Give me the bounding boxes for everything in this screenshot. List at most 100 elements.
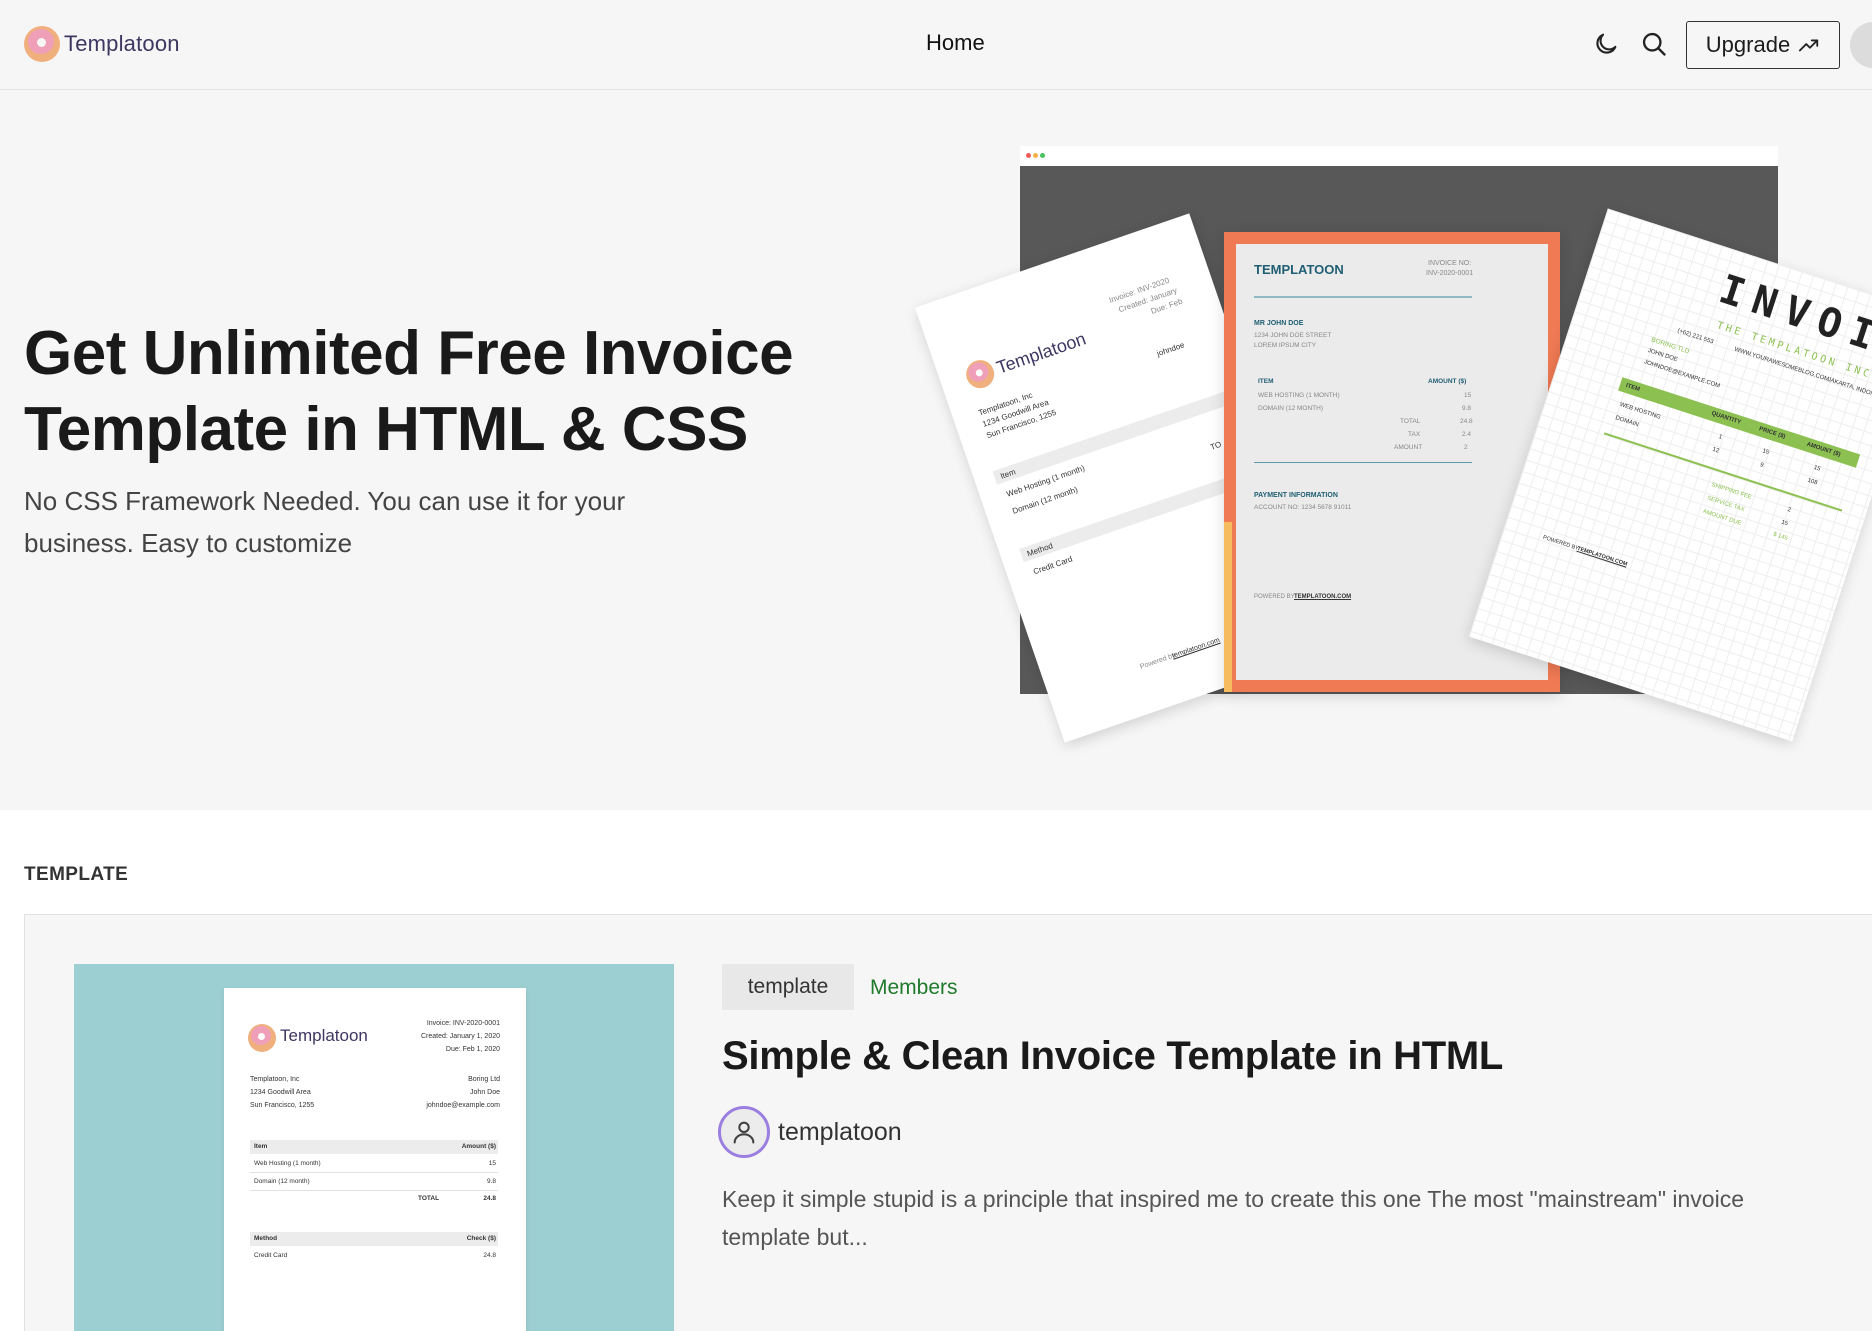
window-dot-icon bbox=[1040, 153, 1045, 158]
donut-logo-icon bbox=[248, 1024, 276, 1052]
tag-template[interactable]: template bbox=[722, 964, 854, 1010]
doc2-payment-header: PAYMENT INFORMATION bbox=[1254, 492, 1338, 499]
doc2-powered-link: TEMPLATOON.COM bbox=[1294, 594, 1352, 600]
upgrade-button[interactable]: Upgrade bbox=[1686, 21, 1840, 69]
doc2-total-label: TOTAL bbox=[1400, 418, 1421, 425]
donut-logo-icon bbox=[962, 356, 998, 392]
upgrade-label: Upgrade bbox=[1705, 32, 1791, 57]
doc3-row-qty: 1 bbox=[1717, 434, 1723, 441]
nav-home-label: Home bbox=[926, 30, 985, 55]
doc3-city: JAKARTA, INDONESIA bbox=[1826, 376, 1872, 403]
doc3-client: JOHNDOE@EXAMPLE.COM bbox=[1643, 359, 1721, 390]
doc3-service-val: 15 bbox=[1780, 519, 1789, 528]
doc3-row-amount: 108 bbox=[1806, 477, 1819, 487]
author-avatar[interactable] bbox=[718, 1106, 770, 1158]
doc3-row-price: 15 bbox=[1761, 448, 1770, 457]
theme-toggle-button[interactable] bbox=[1590, 28, 1622, 60]
doc3-shipping-val: 2 bbox=[1786, 506, 1792, 514]
doc1-email: johndoe bbox=[1155, 340, 1186, 359]
doc2-item: DOMAIN (12 MONTH) bbox=[1258, 405, 1323, 412]
doc3-powered: POWERED BY bbox=[1542, 534, 1580, 552]
doc1-method: Credit Card bbox=[1032, 554, 1074, 577]
template-thumbnail[interactable]: Templatoon Invoice: INV-2020-0001 Create… bbox=[74, 964, 674, 1331]
doc2-item: WEB HOSTING (1 MONTH) bbox=[1258, 392, 1340, 399]
trending-up-icon bbox=[1799, 39, 1819, 52]
thumb-method-header: Method bbox=[254, 1235, 278, 1242]
doc2-amount: 15 bbox=[1464, 392, 1472, 399]
thumb-amount-header: Amount ($) bbox=[461, 1143, 496, 1150]
thumb-divider bbox=[250, 1190, 498, 1191]
donut-logo-icon bbox=[24, 26, 60, 62]
doc1-powered: Powered by bbox=[1139, 652, 1177, 671]
doc2-invoice-no: INV-2020-0001 bbox=[1426, 270, 1474, 277]
thumb-amount: 9.8 bbox=[486, 1178, 496, 1185]
card-excerpt: Keep it simple stupid is a principle tha… bbox=[722, 1186, 1744, 1250]
hero-title: Get Unlimited Free Invoice Template in H… bbox=[24, 319, 794, 464]
card-title[interactable]: Simple & Clean Invoice Template in HTML bbox=[722, 1034, 1503, 1079]
thumb-from: 1234 Goodwill Area bbox=[250, 1089, 311, 1096]
thumb-divider bbox=[250, 1172, 498, 1173]
doc2-account: ACCOUNT NO: 1234 5678 91011 bbox=[1254, 504, 1352, 511]
thumb-amount: 15 bbox=[488, 1160, 496, 1167]
doc1-brand: Templatoon bbox=[993, 328, 1089, 378]
doc2-powered: POWERED BY bbox=[1254, 594, 1295, 600]
doc3-row-price: 9 bbox=[1759, 462, 1765, 469]
doc2-tax-label: TAX bbox=[1408, 431, 1421, 438]
nav-home-link[interactable]: Home bbox=[922, 30, 989, 56]
search-icon bbox=[1642, 32, 1666, 56]
thumb-invoice: Invoice: INV-2020-0001 bbox=[426, 1020, 500, 1027]
site-header: Templatoon Home Upgrade bbox=[0, 0, 1872, 90]
doc2-tax: 2.4 bbox=[1462, 431, 1472, 438]
doc2-amount-due: 2 bbox=[1464, 444, 1468, 451]
doc3-row-qty: 12 bbox=[1711, 446, 1720, 455]
thumb-created: Created: January 1, 2020 bbox=[421, 1033, 500, 1040]
user-icon bbox=[733, 1121, 755, 1144]
thumb-due: Due: Feb 1, 2020 bbox=[445, 1046, 500, 1053]
doc2-divider bbox=[1254, 462, 1472, 463]
doc3-due: AMOUNT DUE bbox=[1701, 508, 1743, 527]
doc2-amount-header: AMOUNT ($) bbox=[1428, 378, 1467, 385]
doc2-total: 24.8 bbox=[1460, 418, 1473, 425]
thumb-method-row bbox=[250, 1232, 498, 1246]
window-dot-icon bbox=[1026, 153, 1031, 158]
hero-subtitle: No CSS Framework Needed. You can use it … bbox=[24, 486, 626, 558]
hero-illustration: Templatoon Invoice: INV-2020 Created: Ja… bbox=[915, 140, 1872, 760]
thumb-check-header: Check ($) bbox=[466, 1235, 496, 1242]
thumb-item-header: Item bbox=[254, 1143, 268, 1150]
doc2-accent-strip bbox=[1224, 522, 1232, 692]
thumb-total-label: TOTAL bbox=[418, 1195, 440, 1202]
members-badge: Members bbox=[870, 976, 958, 999]
thumb-item: Web Hosting (1 month) bbox=[254, 1160, 321, 1167]
doc2-divider bbox=[1254, 296, 1472, 298]
site-logo[interactable]: Templatoon bbox=[24, 26, 180, 62]
doc2-amount: 9.8 bbox=[1462, 405, 1472, 412]
doc2-amount-label: AMOUNT bbox=[1394, 444, 1423, 451]
doc2-invoice-no-label: INVOICE NO: bbox=[1428, 260, 1472, 267]
doc2-addr: 1234 JOHN DOE STREET bbox=[1254, 332, 1332, 339]
thumb-to: Boring Ltd bbox=[468, 1076, 500, 1083]
doc3-phone: (+62) 221 553 bbox=[1676, 328, 1715, 346]
doc2-addr: LOREM IPSUM CITY bbox=[1254, 342, 1317, 349]
doc3-powered-link: TEMPLATOON.COM bbox=[1576, 545, 1628, 568]
thumb-method-amount: 24.8 bbox=[483, 1252, 496, 1259]
doc2-brand: TEMPLATOON bbox=[1254, 262, 1344, 277]
window-dot-icon bbox=[1033, 153, 1038, 158]
author-name[interactable]: templatoon bbox=[778, 1118, 902, 1147]
doc1-header-row bbox=[992, 386, 1243, 485]
thumb-method: Credit Card bbox=[254, 1252, 288, 1259]
user-avatar[interactable] bbox=[1850, 22, 1872, 68]
doc3-due-val: $ 145 bbox=[1772, 531, 1789, 543]
thumb-to: John Doe bbox=[470, 1089, 500, 1096]
moon-icon bbox=[1596, 33, 1617, 54]
doc1-powered-link: templatoon.com bbox=[1171, 636, 1221, 660]
thumbnail-invoice: Templatoon Invoice: INV-2020-0001 Create… bbox=[224, 988, 526, 1331]
thumb-from: Templatoon, Inc bbox=[250, 1076, 300, 1083]
section-label: TEMPLATE bbox=[24, 864, 129, 885]
doc2-client: MR JOHN DOE bbox=[1254, 320, 1304, 327]
logo-text: Templatoon bbox=[64, 31, 180, 56]
thumb-total: 24.8 bbox=[483, 1195, 496, 1202]
thumb-to: johndoe@example.com bbox=[426, 1102, 500, 1109]
search-button[interactable] bbox=[1638, 28, 1670, 60]
thumb-from: Sun Francisco, 1255 bbox=[250, 1102, 315, 1109]
doc2-item-header: ITEM bbox=[1258, 378, 1274, 385]
